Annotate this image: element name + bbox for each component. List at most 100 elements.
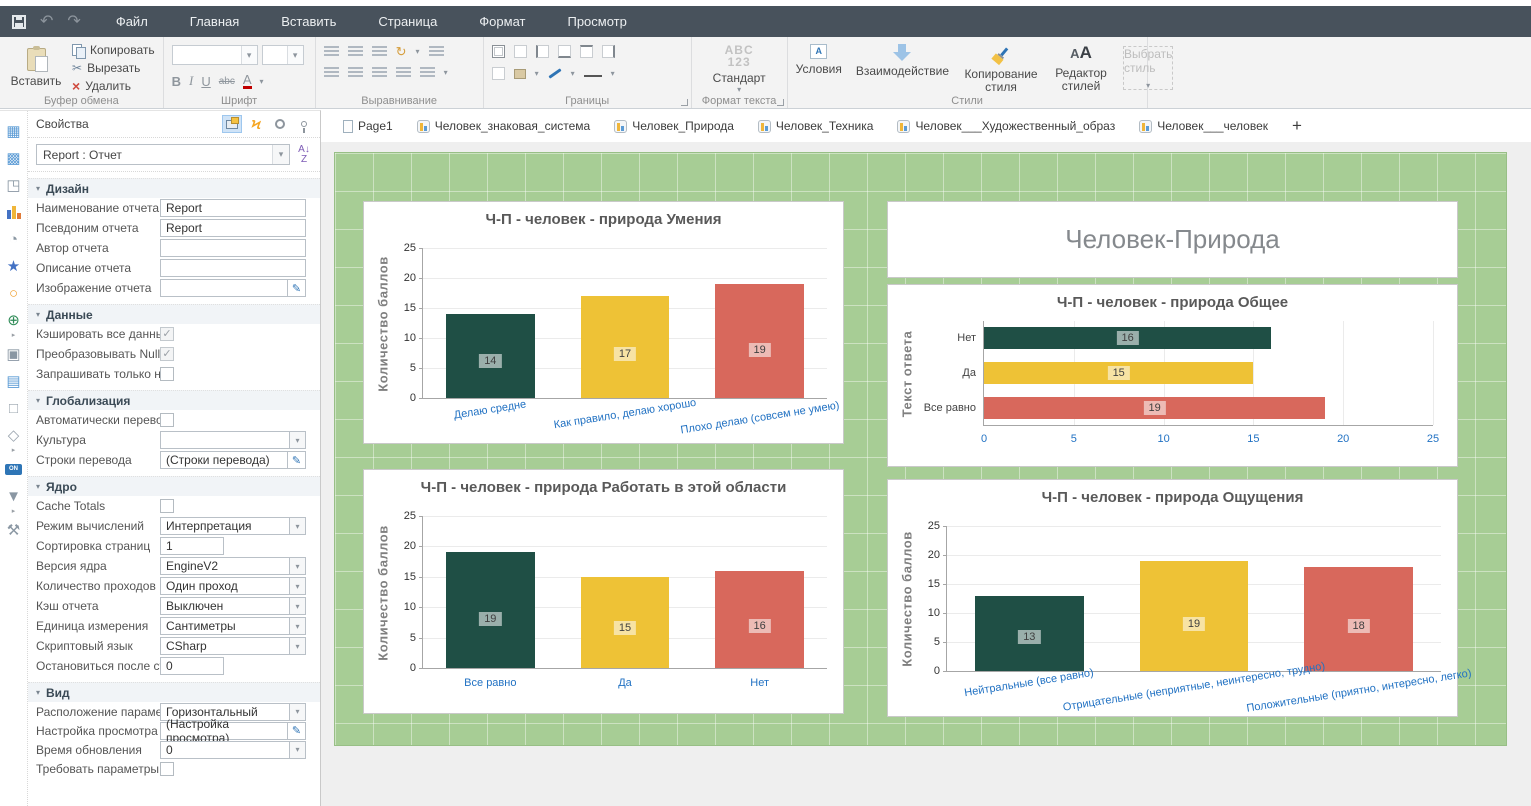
style-editor-button[interactable]: AA Редактор стилей [1053, 44, 1109, 93]
align-right-icon[interactable] [372, 67, 387, 78]
property-input[interactable] [160, 239, 306, 257]
properties-mode-icon[interactable] [222, 115, 242, 133]
border-all-icon[interactable] [492, 45, 505, 58]
border-left-icon[interactable] [536, 45, 549, 58]
page-tab-4[interactable]: Человек___Художественный_образ [887, 113, 1125, 139]
font-size-select[interactable]: ▾ [262, 45, 304, 65]
property-input[interactable]: 1 [160, 537, 224, 555]
indicator-icon[interactable]: ★ [4, 256, 24, 276]
wrap-text-icon[interactable] [429, 46, 444, 57]
redo-icon[interactable]: ↷ [67, 14, 80, 30]
barcode-icon[interactable]: ▤ [4, 371, 24, 391]
edit-pencil-icon[interactable]: ✎ [288, 451, 306, 469]
font-name-select[interactable]: ▾ [172, 45, 258, 65]
chevron-down-icon[interactable]: ▾ [290, 577, 306, 595]
property-section-header[interactable]: ▾Дизайн [28, 178, 320, 198]
chevron-down-icon[interactable]: ▾ [611, 69, 615, 78]
property-section-header[interactable]: ▾Данные [28, 304, 320, 324]
chevron-down-icon[interactable]: ▾ [290, 431, 306, 449]
gauge-icon[interactable]: ◔ [4, 229, 24, 249]
bold-button[interactable]: B [172, 74, 181, 89]
align-top-icon[interactable] [324, 46, 339, 57]
property-select-value[interactable]: Сантиметры [160, 617, 290, 635]
delete-button[interactable]: × Удалить [72, 78, 155, 94]
design-canvas[interactable]: Человек-Природа Ч-П - человек - природа … [321, 142, 1531, 806]
border-bottom-icon[interactable] [558, 45, 571, 58]
menu-file[interactable]: Файл [95, 6, 169, 37]
select-style-button[interactable]: Выбрать стиль ▾ [1123, 46, 1173, 90]
property-checkbox[interactable] [160, 413, 174, 427]
style-copy-button[interactable]: Копирование стиля [963, 44, 1039, 94]
property-select-value[interactable]: 0 [160, 741, 290, 759]
align-center-icon[interactable] [348, 67, 363, 78]
map-expander-icon[interactable]: ▸ [12, 331, 16, 339]
chart-icon[interactable] [4, 202, 24, 222]
property-checkbox[interactable] [160, 367, 174, 381]
page-tab-0[interactable]: Page1 [333, 113, 403, 139]
cut-button[interactable]: ✂ Вырезать [72, 60, 155, 76]
align-bottom-icon[interactable] [372, 46, 387, 57]
primitives-expander-icon[interactable]: ▸ [12, 446, 16, 454]
paste-button[interactable]: Вставить [8, 42, 64, 94]
property-input[interactable]: 0 [160, 657, 224, 675]
property-select-value[interactable]: Выключен [160, 597, 290, 615]
chevron-down-icon[interactable]: ▾ [290, 637, 306, 655]
pin-icon[interactable] [294, 115, 314, 133]
border-none-icon[interactable] [514, 45, 527, 58]
shape-icon[interactable]: □ [4, 398, 24, 418]
property-input[interactable]: (Настройка просмотра) [160, 722, 288, 740]
underline-button[interactable]: U [201, 74, 210, 89]
events-icon[interactable]: Ϟ [246, 115, 266, 133]
page-tab-2[interactable]: Человек_Природа [604, 113, 744, 139]
property-select-value[interactable] [160, 431, 290, 449]
page-tab-1[interactable]: Человек_знаковая_система [407, 113, 601, 139]
chart-panel-0[interactable]: Ч-П - человек - природа Умения0510152025… [363, 201, 844, 444]
table-icon[interactable]: ▦ [4, 121, 24, 141]
property-section-header[interactable]: ▾Вид [28, 682, 320, 702]
map-icon[interactable]: ⊕ [4, 310, 24, 330]
italic-button[interactable]: I [189, 73, 193, 89]
primitives-icon[interactable]: ◇ [4, 425, 24, 445]
font-color-button[interactable]: A [243, 74, 252, 89]
subreport-icon[interactable]: ◳ [4, 175, 24, 195]
rotate-text-icon[interactable]: ↻ [396, 45, 407, 58]
line-spacing-icon[interactable] [420, 67, 435, 78]
menu-insert[interactable]: Вставить [260, 6, 357, 37]
menu-page[interactable]: Страница [357, 6, 458, 37]
text-format-button[interactable]: ABC123 Стандарт ▾ [700, 44, 779, 94]
border-color-pen-icon[interactable] [548, 68, 561, 78]
chevron-down-icon[interactable]: ▾ [444, 68, 448, 77]
chart-panel-1[interactable]: Ч-П - человек - природа Общее05101520251… [887, 284, 1458, 467]
property-select-value[interactable]: EngineV2 [160, 557, 290, 575]
property-section-header[interactable]: ▾Глобализация [28, 390, 320, 410]
save-icon[interactable] [12, 15, 26, 29]
interaction-button[interactable]: Взаимодействие [856, 44, 949, 78]
add-page-button[interactable]: + [1282, 116, 1312, 136]
align-left-icon[interactable] [324, 67, 339, 78]
filter-expander-icon[interactable]: ▸ [12, 507, 16, 515]
property-input[interactable] [160, 259, 306, 277]
report-title-panel[interactable]: Человек-Природа [887, 201, 1458, 278]
gear-icon[interactable] [270, 115, 290, 133]
property-select-value[interactable]: CSharp [160, 637, 290, 655]
fill-color-icon[interactable] [514, 69, 526, 79]
chart-panel-3[interactable]: Ч-П - человек - природа Ощущения05101520… [887, 479, 1458, 717]
border-style-icon[interactable] [584, 71, 602, 77]
copy-button[interactable]: Копировать [72, 42, 155, 58]
property-select-value[interactable]: Интерпретация [160, 517, 290, 535]
report-page[interactable]: Человек-Природа Ч-П - человек - природа … [334, 152, 1507, 746]
chevron-down-icon[interactable]: ▾ [290, 741, 306, 759]
chevron-down-icon[interactable]: ▾ [290, 597, 306, 615]
property-input[interactable]: Report [160, 219, 306, 237]
property-checkbox[interactable]: ✓ [160, 347, 174, 361]
chevron-down-icon[interactable]: ▾ [416, 47, 420, 56]
border-top-icon[interactable] [580, 45, 593, 58]
chevron-down-icon[interactable]: ▾ [260, 77, 264, 86]
menu-format[interactable]: Формат [458, 6, 546, 37]
conditions-button[interactable]: A Условия [796, 44, 842, 76]
tools-icon[interactable]: ⚒ [4, 520, 24, 540]
chevron-down-icon[interactable]: ▾ [290, 517, 306, 535]
chevron-down-icon[interactable]: ▾ [290, 703, 306, 721]
object-selector[interactable]: Report : Отчет ▾ [36, 144, 290, 165]
strikethrough-button[interactable]: abc [219, 76, 235, 87]
